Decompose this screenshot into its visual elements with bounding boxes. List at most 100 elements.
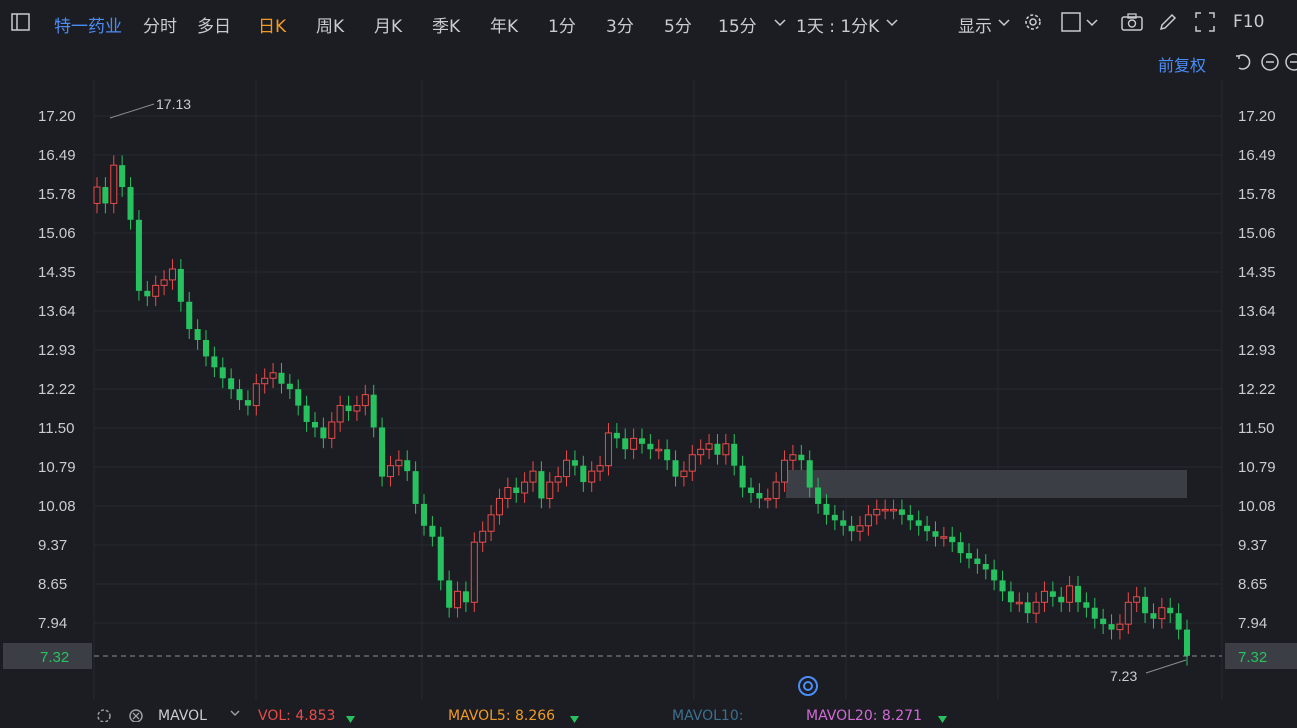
candle-body <box>244 400 251 406</box>
tab-period-fenshi[interactable]: 分时 <box>143 12 177 37</box>
layout-chevron-icon[interactable] <box>1082 11 1104 33</box>
candle-body <box>731 443 738 466</box>
indicator-settings-gear-icon[interactable] <box>96 708 112 726</box>
candle-body <box>949 536 956 543</box>
candle-body <box>269 372 277 379</box>
y-tick-right: 7.94 <box>1238 615 1267 632</box>
candle-body <box>228 378 235 390</box>
candle-body <box>1066 585 1074 603</box>
candle-body <box>672 460 679 477</box>
candle-body <box>924 525 931 532</box>
y-axis-left: 17.20 16.49 15.78 15.06 14.35 13.64 12.93 12.22… <box>38 108 76 632</box>
candle-body <box>110 164 118 204</box>
candle-body <box>580 465 587 483</box>
candle-body <box>714 443 721 455</box>
candle-body <box>295 389 302 406</box>
y-tick-right: 11.50 <box>1238 420 1274 437</box>
candle-body <box>1083 602 1090 608</box>
candle-body <box>194 329 201 341</box>
candle-body <box>361 394 369 407</box>
chart-center-marker-icon[interactable] <box>798 676 818 696</box>
candle-body <box>135 219 142 291</box>
candle-body <box>756 492 763 499</box>
candle-body <box>647 443 654 450</box>
tab-period-year-k[interactable]: 年K <box>490 12 518 37</box>
tab-period-day-k[interactable]: 日K <box>258 12 286 37</box>
y-tick-right: 12.22 <box>1238 381 1276 398</box>
stock-symbol[interactable]: 特一药业 <box>54 12 122 37</box>
fullscreen-icon[interactable] <box>1194 11 1216 33</box>
draw-pencil-icon[interactable] <box>1157 11 1179 33</box>
candle-body <box>487 514 495 532</box>
candle-body <box>873 508 881 516</box>
candle-body <box>957 542 964 554</box>
candle-body <box>504 487 512 499</box>
candle-body <box>420 503 428 526</box>
candle-body <box>932 531 939 537</box>
candle-body <box>345 405 352 412</box>
candle-body <box>1133 596 1141 603</box>
candle-body <box>991 569 998 581</box>
indicator-chevron-icon[interactable] <box>228 706 242 724</box>
candle-body <box>705 443 713 450</box>
kline-chart[interactable]: 17.20 16.49 15.78 15.06 14.35 13.64 12.93 12.22… <box>0 46 1297 700</box>
tab-period-season-k[interactable]: 季K <box>432 12 460 37</box>
candle-body <box>278 372 285 384</box>
candle-body <box>596 465 604 472</box>
candle-body <box>1091 607 1098 619</box>
candle-body <box>513 487 520 493</box>
f10-button[interactable]: F10 <box>1233 12 1264 32</box>
tab-period-week-k[interactable]: 周K <box>316 12 344 37</box>
candle-body <box>446 580 453 608</box>
y-tick-left: 14.35 <box>38 264 76 281</box>
y-tick-right: 12.93 <box>1238 342 1276 359</box>
candle-body <box>211 356 218 368</box>
indicator-close-icon[interactable] <box>128 708 144 726</box>
candle-body <box>999 580 1006 592</box>
y-tick-right: 16.49 <box>1238 147 1276 164</box>
candle-body <box>965 553 973 559</box>
y-tick-right: 13.64 <box>1238 303 1276 320</box>
top-toolbar: 特一药业 分时 多日 日K 周K 月K 季K 年K 1分 3分 5分 15分 1… <box>0 0 1297 46</box>
display-chevron-icon[interactable] <box>994 11 1016 33</box>
tab-period-15min[interactable]: 15分 <box>718 12 757 37</box>
sidebar-toggle-icon[interactable] <box>10 11 32 33</box>
candle-body <box>697 448 705 456</box>
candle-body <box>688 454 696 472</box>
candle-body <box>630 437 638 450</box>
camera-icon[interactable] <box>1120 11 1143 33</box>
candle-body <box>848 525 855 532</box>
display-menu[interactable]: 显示 <box>958 12 992 37</box>
candle-body <box>320 427 327 439</box>
candle-body <box>563 459 571 478</box>
candle-body <box>982 564 989 570</box>
interval-selector[interactable]: 1天 : 1分K <box>796 12 879 37</box>
candle-body <box>168 268 176 281</box>
y-tick-left: 15.78 <box>38 186 76 203</box>
interval-chevron-icon[interactable] <box>882 11 904 33</box>
candle-body <box>395 459 403 467</box>
candle-body <box>1116 623 1124 631</box>
period-more-chevron-icon[interactable] <box>770 11 792 33</box>
candle-body <box>119 165 126 188</box>
tab-period-duori[interactable]: 多日 <box>197 12 231 37</box>
tab-period-5min[interactable]: 5分 <box>664 12 692 37</box>
candle-body <box>336 405 344 423</box>
candle-body <box>680 470 688 478</box>
tab-period-3min[interactable]: 3分 <box>606 12 634 37</box>
candle-body <box>1074 585 1082 603</box>
settings-gear-icon[interactable] <box>1022 11 1044 33</box>
y-tick-left: 10.08 <box>38 498 76 515</box>
chart-grid <box>93 80 1223 700</box>
layout-square-icon[interactable] <box>1060 11 1082 33</box>
candle-body <box>604 432 612 467</box>
y-tick-right: 15.78 <box>1238 186 1276 203</box>
candle-body <box>386 465 394 478</box>
tab-period-1min[interactable]: 1分 <box>548 12 576 37</box>
y-tick-left: 9.37 <box>38 537 67 554</box>
candle-body <box>739 465 746 488</box>
candle-body <box>1142 596 1149 614</box>
y-tick-left: 10.79 <box>38 459 76 476</box>
tab-period-month-k[interactable]: 月K <box>374 12 402 37</box>
candle-body <box>864 514 872 527</box>
